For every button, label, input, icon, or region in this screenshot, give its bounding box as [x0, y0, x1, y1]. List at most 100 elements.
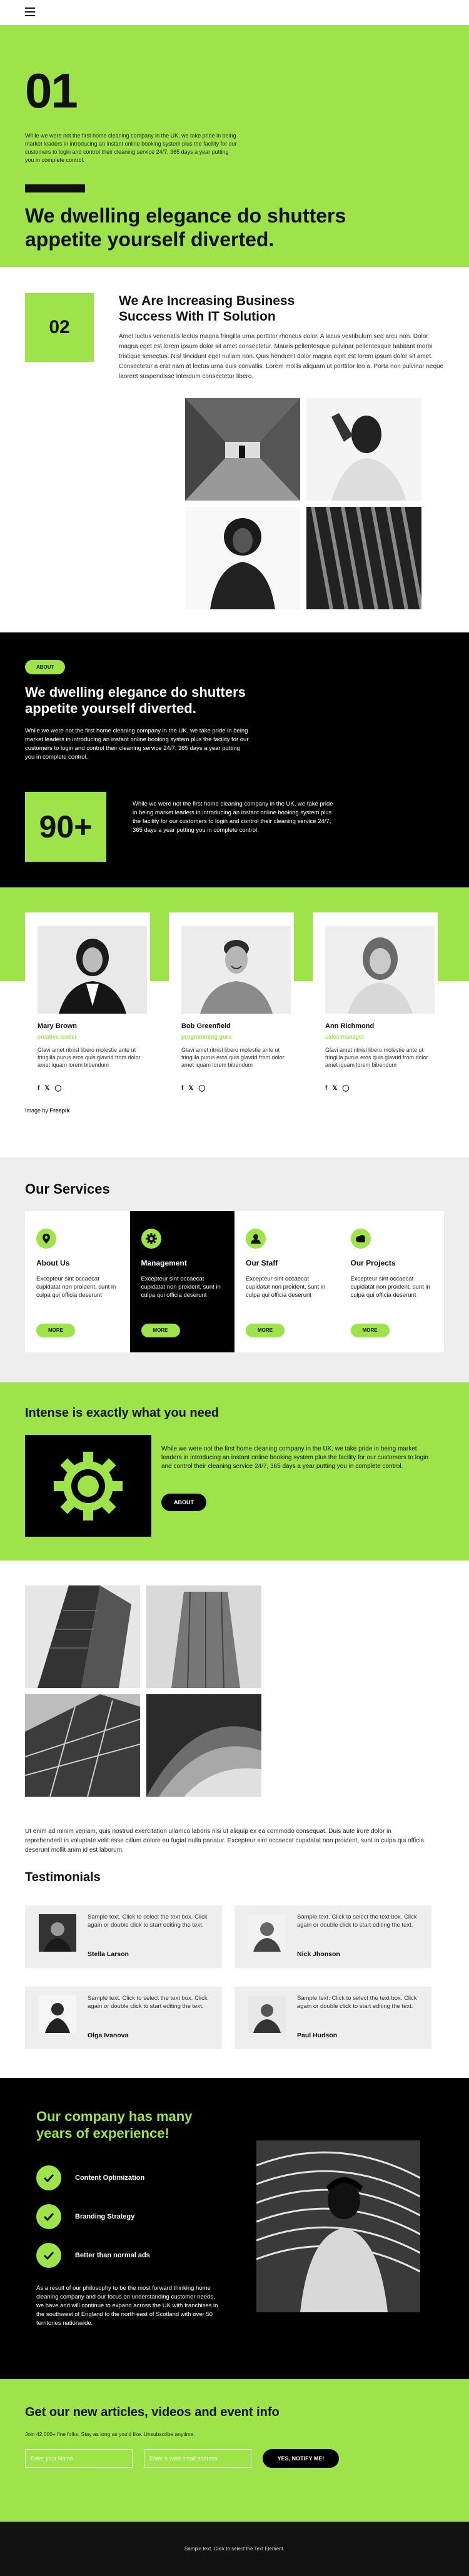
more-button[interactable]: MORE	[350, 1324, 390, 1337]
newsletter-title: Get our new articles, videos and event i…	[25, 2405, 280, 2419]
check-icon	[36, 2204, 61, 2229]
intense-section: Intense is exactly what you need While w…	[0, 1382, 469, 1560]
more-button[interactable]: MORE	[36, 1324, 75, 1337]
name-input[interactable]	[25, 2449, 133, 2468]
team-card: Bob Greenfield programming guru Glavi am…	[169, 912, 294, 1092]
gallery-image	[25, 1585, 140, 1688]
facebook-icon[interactable]: f	[38, 1085, 39, 1092]
hamburger-icon[interactable]	[25, 7, 35, 16]
newsletter-subtitle: Join 42,000+ fine folks. Stay as long as…	[25, 2431, 195, 2437]
experience-item: Better than normal ads	[36, 2243, 150, 2268]
team-photo	[181, 926, 291, 1014]
facebook-icon[interactable]: f	[325, 1085, 327, 1092]
team-card: Mary Brown creative leader Glavi amet ri…	[25, 912, 150, 1092]
gallery-caption: Ut enim ad minim veniam, quis nostrud ex…	[25, 1828, 424, 1854]
footer: Sample text. Click to select the Text El…	[0, 2522, 469, 2576]
gallery-image	[146, 1585, 261, 1688]
team-member-name: Mary Brown	[38, 1022, 77, 1030]
gear-icon	[141, 1229, 161, 1249]
service-title: Our Staff	[246, 1259, 278, 1267]
more-button[interactable]: MORE	[246, 1324, 285, 1337]
image-credit-prefix: Image by	[25, 1107, 49, 1114]
email-input[interactable]	[144, 2449, 251, 2468]
newsletter-section: Get our new articles, videos and event i…	[0, 2379, 469, 2522]
social-links: f 𝕏 ◯	[181, 1085, 206, 1092]
intro-section: 02 We Are Increasing Business Success Wi…	[0, 267, 469, 632]
team-card: Ann Richmond sales manager Glavi amet ri…	[313, 912, 438, 1092]
check-icon	[36, 2243, 61, 2268]
about-pill: ABOUT	[25, 660, 66, 674]
service-card: Our Projects Excepteur sint occaecat cup…	[339, 1211, 444, 1352]
avatar	[248, 1914, 286, 1952]
twitter-icon[interactable]: 𝕏	[332, 1085, 337, 1092]
gallery-image	[146, 1694, 261, 1797]
more-button[interactable]: MORE	[141, 1324, 180, 1337]
service-title: About Us	[36, 1259, 70, 1267]
service-desc: Excepteur sint occaecat cupidatat non pr…	[36, 1276, 116, 1299]
instagram-icon[interactable]: ◯	[54, 1085, 61, 1092]
services-title: Our Services	[25, 1181, 110, 1197]
experience-item: Content Optimization	[36, 2165, 144, 2190]
about-section: ABOUT We dwelling elegance do shutters a…	[0, 632, 469, 887]
instagram-icon[interactable]: ◯	[342, 1085, 349, 1092]
intro-number-box: 02	[25, 293, 94, 362]
about-button[interactable]: ABOUT	[161, 1494, 206, 1511]
team-member-role: programming guru	[181, 1034, 232, 1040]
twitter-icon[interactable]: 𝕏	[188, 1085, 193, 1092]
testimonial-name: Nick Jhonson	[297, 1950, 340, 1958]
gallery-image	[25, 1694, 140, 1797]
cloud-icon	[350, 1229, 371, 1249]
testimonial-name: Paul Hudson	[297, 2032, 338, 2039]
team-member-name: Ann Richmond	[325, 1022, 375, 1030]
facebook-icon[interactable]: f	[181, 1085, 183, 1092]
architecture-photo	[306, 507, 421, 609]
testimonial-card: Sample text. Click to select the text bo…	[25, 1987, 222, 2049]
experience-item-label: Better than normal ads	[75, 2252, 150, 2259]
testimonial-text: Sample text. Click to select the text bo…	[88, 1995, 208, 2010]
hero-number: 01	[25, 63, 78, 118]
team-section: Mary Brown creative leader Glavi amet ri…	[0, 887, 469, 1157]
intense-text: While we were not the first home cleanin…	[161, 1445, 428, 1470]
corridor-photo	[185, 398, 300, 501]
portrait-photo-man	[306, 398, 421, 501]
team-member-role: sales manager	[325, 1034, 365, 1040]
avatar	[39, 1914, 76, 1952]
testimonials-section: Testimonials Sample text. Click to selec…	[0, 1870, 469, 2078]
twitter-icon[interactable]: 𝕏	[44, 1085, 49, 1092]
service-desc: Excepteur sint occaecat cupidatat non pr…	[246, 1276, 326, 1299]
team-member-desc: Glavi amet ritnisl libero molestie ante …	[181, 1047, 285, 1068]
testimonial-name: Stella Larson	[88, 1950, 129, 1958]
service-title: Management	[141, 1259, 187, 1267]
about-text: While we were not the first home cleanin…	[25, 727, 249, 761]
social-links: f 𝕏 ◯	[325, 1085, 350, 1092]
experience-item: Branding Strategy	[36, 2204, 134, 2229]
experience-text: As a result of our philosophy to be the …	[36, 2285, 218, 2327]
gear-icon	[25, 1435, 151, 1537]
team-photo	[325, 926, 435, 1014]
testimonial-card: Sample text. Click to select the text bo…	[234, 1905, 431, 1968]
image-credit: Image by Freepik	[25, 1107, 70, 1114]
intense-title: Intense is exactly what you need	[25, 1406, 219, 1420]
notify-button[interactable]: YES, NOTIFY ME!	[263, 2449, 339, 2468]
service-desc: Excepteur sint occaecat cupidatat non pr…	[141, 1276, 221, 1299]
team-photo	[38, 926, 147, 1014]
service-card: About Us Excepteur sint occaecat cupidat…	[25, 1211, 130, 1352]
check-icon	[36, 2165, 61, 2190]
image-credit-link[interactable]: Freepik	[50, 1107, 70, 1114]
team-member-role: creative leader	[38, 1034, 78, 1040]
service-title: Our Projects	[350, 1259, 396, 1267]
team-member-name: Bob Greenfield	[181, 1022, 231, 1030]
stat-text: While we were not the first home cleanin…	[133, 801, 333, 834]
testimonial-card: Sample text. Click to select the text bo…	[25, 1905, 222, 1968]
top-bar	[0, 0, 469, 25]
services-row: About Us Excepteur sint occaecat cupidat…	[25, 1211, 444, 1352]
experience-item-label: Branding Strategy	[75, 2213, 135, 2220]
instagram-icon[interactable]: ◯	[198, 1085, 205, 1092]
footer-text: Sample text. Click to select the Text El…	[184, 2546, 285, 2552]
service-desc: Excepteur sint occaecat cupidatat non pr…	[350, 1276, 430, 1299]
social-links: f 𝕏 ◯	[38, 1085, 62, 1092]
experience-photo	[256, 2140, 420, 2312]
about-title: We dwelling elegance do shutters appetit…	[25, 684, 246, 716]
testimonial-text: Sample text. Click to select the text bo…	[297, 1995, 417, 2010]
testimonial-text: Sample text. Click to select the text bo…	[297, 1914, 417, 1929]
